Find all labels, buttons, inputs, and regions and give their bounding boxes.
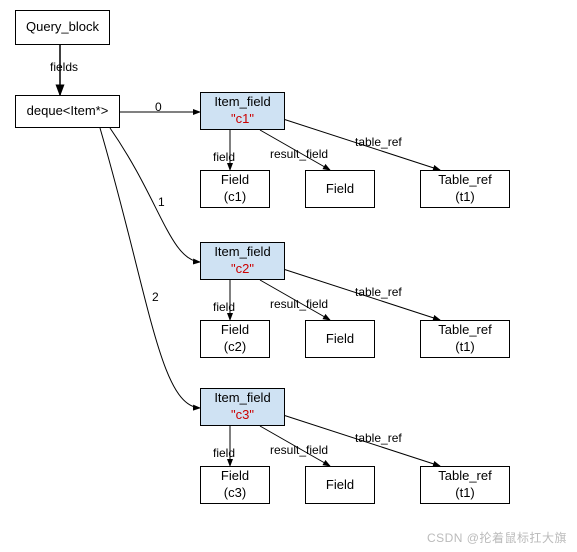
edge-label-table-ref-0: table_ref	[355, 135, 402, 149]
field-a0-l1: Field	[221, 172, 249, 189]
item-field-1-value: "c2"	[231, 261, 254, 278]
table-ref-0-l1: Table_ref	[438, 172, 491, 189]
field-a1-l1: Field	[221, 322, 249, 339]
edge-label-field-2: field	[213, 446, 235, 460]
node-item-field-0: Item_field "c1"	[200, 92, 285, 130]
edge-label-result-field-1: result_field	[270, 297, 328, 311]
field-a0-l2: (c1)	[224, 189, 246, 206]
item-field-2-title: Item_field	[214, 390, 270, 407]
edge-label-2: 2	[152, 290, 159, 304]
edge-label-table-ref-2: table_ref	[355, 431, 402, 445]
item-field-1-title: Item_field	[214, 244, 270, 261]
query-block-label: Query_block	[26, 19, 99, 36]
node-table-ref-2: Table_ref (t1)	[420, 466, 510, 504]
table-ref-1-l1: Table_ref	[438, 322, 491, 339]
node-table-ref-0: Table_ref (t1)	[420, 170, 510, 208]
table-ref-2-l2: (t1)	[455, 485, 475, 502]
edge-label-result-field-2: result_field	[270, 443, 328, 457]
node-field-a1: Field (c2)	[200, 320, 270, 358]
node-query-block: Query_block	[15, 10, 110, 45]
edge-label-table-ref-1: table_ref	[355, 285, 402, 299]
edge-label-field-0: field	[213, 150, 235, 164]
node-deque: deque<Item*>	[15, 95, 120, 128]
edge-label-result-field-0: result_field	[270, 147, 328, 161]
watermark-text: CSDN @抡着鼠标扛大旗	[427, 529, 567, 546]
field-a1-l2: (c2)	[224, 339, 246, 356]
edge-label-1: 1	[158, 195, 165, 209]
deque-label: deque<Item*>	[27, 103, 109, 120]
item-field-0-title: Item_field	[214, 94, 270, 111]
item-field-0-value: "c1"	[231, 111, 254, 128]
node-field-b2: Field	[305, 466, 375, 504]
table-ref-2-l1: Table_ref	[438, 468, 491, 485]
node-field-b1: Field	[305, 320, 375, 358]
edge-label-field-1: field	[213, 300, 235, 314]
edge-label-0: 0	[155, 100, 162, 114]
field-a2-l1: Field	[221, 468, 249, 485]
node-item-field-1: Item_field "c2"	[200, 242, 285, 280]
node-field-a2: Field (c3)	[200, 466, 270, 504]
edge-label-fields: fields	[50, 60, 78, 74]
item-field-2-value: "c3"	[231, 407, 254, 424]
table-ref-1-l2: (t1)	[455, 339, 475, 356]
node-table-ref-1: Table_ref (t1)	[420, 320, 510, 358]
field-a2-l2: (c3)	[224, 485, 246, 502]
node-field-b0: Field	[305, 170, 375, 208]
field-b1-l1: Field	[326, 331, 354, 348]
node-field-a0: Field (c1)	[200, 170, 270, 208]
field-b2-l1: Field	[326, 477, 354, 494]
field-b0-l1: Field	[326, 181, 354, 198]
table-ref-0-l2: (t1)	[455, 189, 475, 206]
node-item-field-2: Item_field "c3"	[200, 388, 285, 426]
